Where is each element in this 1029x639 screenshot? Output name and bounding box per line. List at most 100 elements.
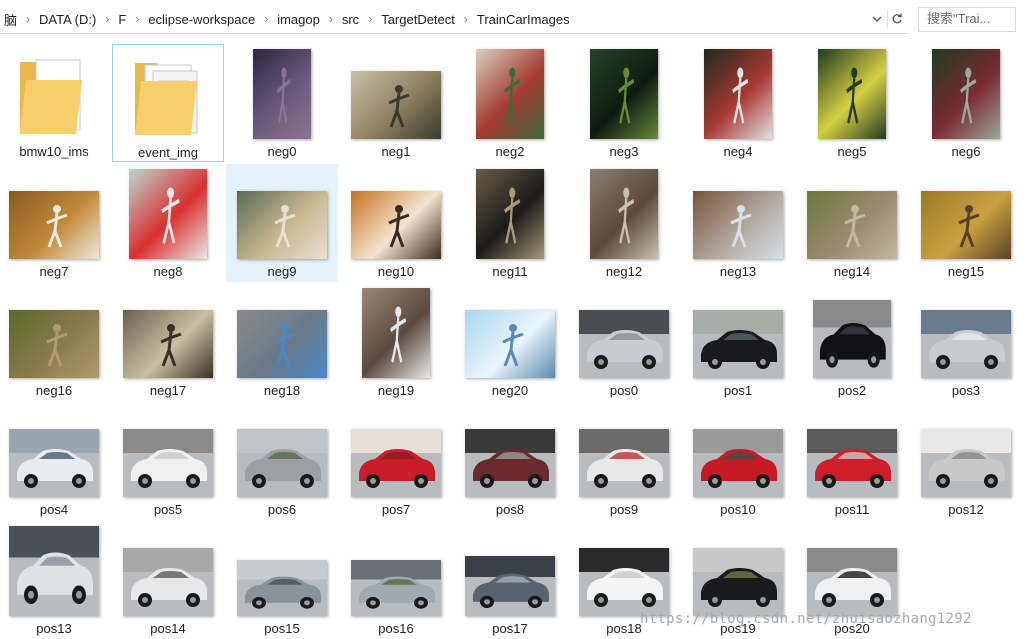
breadcrumb-item[interactable]: F (114, 12, 130, 27)
file-name-label: neg5 (837, 144, 867, 159)
file-name-label: neg13 (719, 264, 757, 279)
image-file-item[interactable]: neg15 (910, 164, 1022, 282)
file-name-label: pos11 (834, 502, 870, 517)
file-grid: bmw10_ims event_img neg0 neg1 neg2 neg3 neg4 ne… (0, 44, 1029, 639)
image-file-item[interactable]: pos5 (112, 402, 224, 520)
image-thumbnail (693, 310, 783, 378)
image-file-item[interactable]: neg10 (340, 164, 452, 282)
image-thumbnail (123, 310, 213, 378)
image-file-item[interactable]: pos0 (568, 283, 680, 401)
search-input[interactable] (919, 8, 1019, 29)
image-file-item[interactable]: pos6 (226, 402, 338, 520)
breadcrumb-separator-icon[interactable]: › (363, 12, 377, 26)
file-name-label: neg20 (491, 383, 529, 398)
image-file-item[interactable]: pos16 (340, 521, 452, 639)
image-thumbnail (579, 310, 669, 378)
image-file-item[interactable]: neg3 (568, 44, 680, 162)
file-name-label: neg17 (149, 383, 187, 398)
breadcrumb-item[interactable]: src (338, 12, 363, 27)
image-file-item[interactable]: pos17 (454, 521, 566, 639)
folder-item[interactable]: bmw10_ims (0, 44, 110, 162)
file-name-label: neg2 (495, 144, 525, 159)
image-thumbnail (813, 300, 891, 378)
image-thumbnail (237, 191, 327, 259)
image-file-item[interactable]: pos7 (340, 402, 452, 520)
image-thumbnail (693, 548, 783, 616)
breadcrumb-item[interactable]: DATA (D:) (35, 12, 100, 27)
image-file-item[interactable]: neg0 (226, 44, 338, 162)
breadcrumb-separator-icon[interactable]: › (21, 12, 35, 26)
breadcrumb-separator-icon[interactable]: › (100, 12, 114, 26)
image-file-item[interactable]: neg16 (0, 283, 110, 401)
image-file-item[interactable]: pos12 (910, 402, 1022, 520)
file-name-label: neg3 (609, 144, 639, 159)
image-file-item[interactable]: neg19 (340, 283, 452, 401)
image-file-item[interactable]: pos13 (0, 521, 110, 639)
image-file-item[interactable]: neg4 (682, 44, 794, 162)
image-file-item[interactable]: neg17 (112, 283, 224, 401)
file-name-label: bmw10_ims (19, 144, 89, 159)
image-file-item[interactable]: pos9 (568, 402, 680, 520)
image-file-item[interactable]: neg2 (454, 44, 566, 162)
file-name-label: neg16 (35, 383, 73, 398)
file-name-label: pos0 (609, 383, 639, 398)
refresh-icon[interactable] (887, 10, 906, 28)
file-name-label: pos3 (951, 383, 981, 398)
image-file-item[interactable]: neg11 (454, 164, 566, 282)
breadcrumb-item[interactable]: TrainCarImages (473, 12, 574, 27)
file-name-label: pos17 (492, 621, 528, 636)
image-file-item[interactable]: neg7 (0, 164, 110, 282)
image-file-item[interactable]: pos11 (796, 402, 908, 520)
breadcrumb-separator-icon[interactable]: › (130, 12, 144, 26)
breadcrumb-separator-icon[interactable]: › (324, 12, 338, 26)
search-box[interactable] (918, 7, 1019, 32)
image-file-item[interactable]: neg12 (568, 164, 680, 282)
image-file-item[interactable]: pos4 (0, 402, 110, 520)
image-file-item[interactable]: pos3 (910, 283, 1022, 401)
image-file-item[interactable]: neg18 (226, 283, 338, 401)
file-name-label: pos5 (153, 502, 183, 517)
image-thumbnail (465, 429, 555, 497)
image-file-item[interactable]: neg9 (226, 164, 338, 282)
image-file-item[interactable]: pos1 (682, 283, 794, 401)
breadcrumb-item[interactable]: eclipse-workspace (144, 12, 259, 27)
image-thumbnail (921, 310, 1011, 378)
image-thumbnail (351, 71, 441, 139)
file-name-label: neg10 (377, 264, 415, 279)
image-thumbnail (590, 169, 658, 259)
breadcrumb-separator-icon[interactable]: › (259, 12, 273, 26)
image-thumbnail (693, 429, 783, 497)
image-file-item[interactable]: pos14 (112, 521, 224, 639)
breadcrumb-item[interactable]: 脑 (0, 10, 21, 29)
image-file-item[interactable]: neg6 (910, 44, 1022, 162)
file-name-label: neg6 (951, 144, 981, 159)
image-file-item[interactable]: neg5 (796, 44, 908, 162)
image-thumbnail (237, 429, 327, 497)
image-file-item[interactable]: pos2 (796, 283, 908, 401)
chevron-down-icon[interactable] (868, 10, 886, 28)
file-name-label: pos15 (264, 621, 300, 636)
file-name-label: event_img (138, 145, 198, 160)
image-file-item[interactable]: neg14 (796, 164, 908, 282)
image-file-item[interactable]: pos15 (226, 521, 338, 639)
image-file-item[interactable]: neg8 (112, 164, 224, 282)
file-name-label: neg15 (947, 264, 985, 279)
file-name-label: pos16 (378, 621, 414, 636)
breadcrumb-separator-icon[interactable]: › (459, 12, 473, 26)
breadcrumb-item[interactable]: TargetDetect (377, 12, 459, 27)
image-thumbnail (579, 548, 669, 616)
image-thumbnail (9, 526, 99, 616)
address-bar[interactable]: 脑 › DATA (D:) › F › eclipse-workspace › imagop › s… (0, 5, 907, 34)
image-file-item[interactable]: neg20 (454, 283, 566, 401)
folder-item[interactable]: event_img (112, 44, 224, 162)
image-file-item[interactable]: pos8 (454, 402, 566, 520)
image-thumbnail (465, 310, 555, 378)
breadcrumb-item[interactable]: imagop (273, 12, 324, 27)
image-file-item[interactable]: neg13 (682, 164, 794, 282)
image-thumbnail (351, 429, 441, 497)
file-name-label: pos12 (948, 502, 984, 517)
image-thumbnail (129, 169, 207, 259)
image-file-item[interactable]: neg1 (340, 44, 452, 162)
image-file-item[interactable]: pos10 (682, 402, 794, 520)
file-name-label: neg19 (377, 383, 415, 398)
